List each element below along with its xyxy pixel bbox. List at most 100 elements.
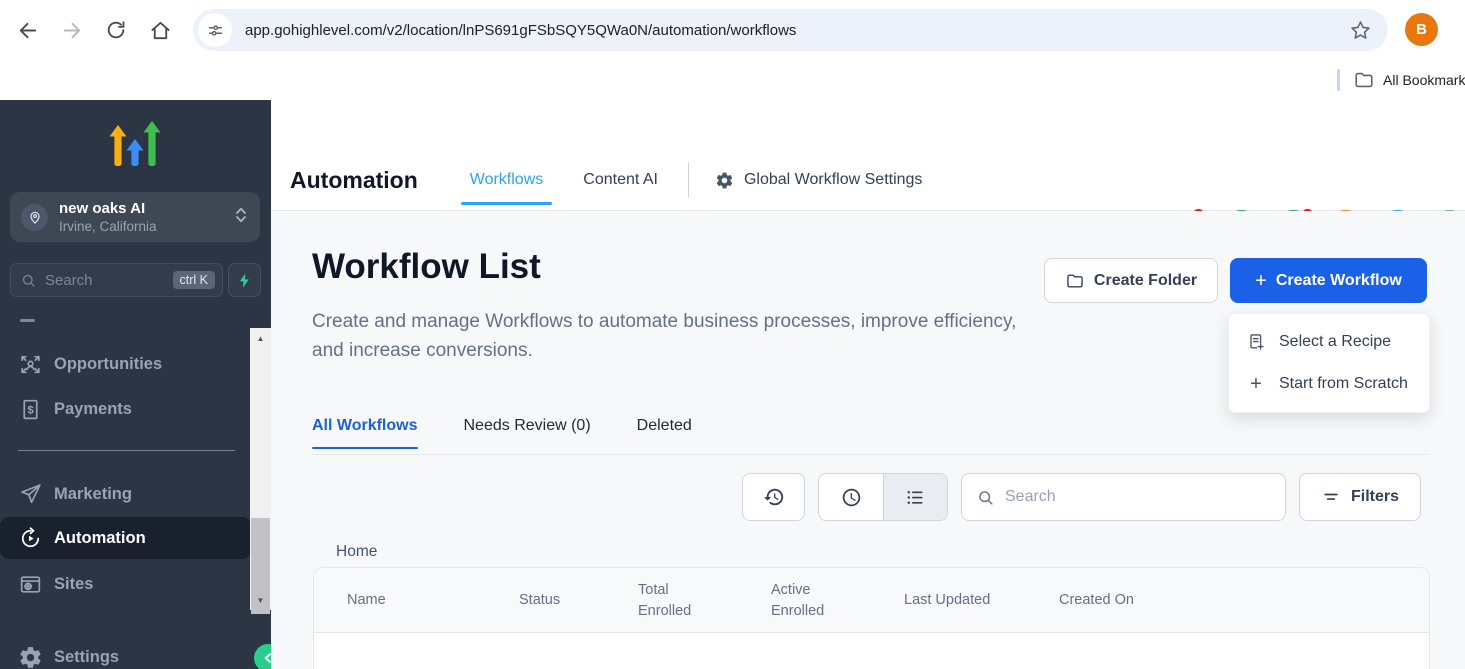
sidebar-item-payments[interactable]: $ Payments bbox=[18, 395, 132, 423]
refresh-icon[interactable] bbox=[103, 17, 129, 43]
sidebar-item-sites[interactable]: Sites bbox=[18, 570, 93, 598]
list-view-button[interactable] bbox=[883, 474, 947, 520]
sidebar-item-automation[interactable]: Automation bbox=[0, 517, 251, 559]
column-header-status[interactable]: Status bbox=[519, 568, 560, 633]
url-text: app.gohighlevel.com/v2/location/lnPS691g… bbox=[245, 22, 1349, 39]
settings-gear-icon bbox=[18, 645, 43, 669]
back-icon[interactable] bbox=[14, 17, 40, 43]
folder-icon bbox=[1065, 271, 1085, 291]
list-icon bbox=[905, 487, 926, 508]
filter-icon bbox=[1321, 487, 1341, 507]
sidebar: new oaks AI Irvine, California ctrl K Op… bbox=[0, 100, 271, 669]
create-workflow-dropdown: Select a Recipe + Start from Scratch bbox=[1228, 313, 1430, 413]
column-header-name[interactable]: Name bbox=[347, 568, 386, 633]
plus-icon: + bbox=[1255, 271, 1267, 291]
quick-actions-button[interactable] bbox=[228, 263, 261, 297]
sidebar-item-opportunities[interactable]: Opportunities bbox=[18, 350, 162, 378]
tab-deleted[interactable]: Deleted bbox=[637, 417, 692, 449]
screen: app.gohighlevel.com/v2/location/lnPS691g… bbox=[0, 0, 1465, 669]
sidebar-item-settings[interactable]: Settings bbox=[18, 643, 119, 669]
bookmarks-bar: All Bookmarks bbox=[0, 60, 1465, 100]
browser-toolbar: app.gohighlevel.com/v2/location/lnPS691g… bbox=[0, 0, 1465, 60]
home-icon[interactable] bbox=[147, 17, 173, 43]
sidebar-search-input[interactable] bbox=[45, 272, 145, 289]
menu-item-label: Select a Recipe bbox=[1279, 333, 1391, 351]
global-workflow-settings-link[interactable]: Global Workflow Settings bbox=[715, 171, 922, 190]
header-divider bbox=[688, 162, 689, 198]
breadcrumb[interactable]: Home bbox=[336, 543, 377, 561]
scroll-up-icon[interactable]: ▲ bbox=[250, 330, 271, 346]
svg-text:$: $ bbox=[27, 404, 34, 416]
sidebar-item-label: Sites bbox=[54, 575, 93, 594]
sidebar-item-label: Opportunities bbox=[54, 355, 162, 374]
tab-workflows[interactable]: Workflows bbox=[470, 171, 544, 189]
create-folder-button[interactable]: Create Folder bbox=[1044, 258, 1218, 303]
column-header-active-enrolled[interactable]: Active Enrolled bbox=[771, 568, 841, 633]
bookmark-star-icon[interactable] bbox=[1349, 19, 1372, 42]
workflow-table: Name Status Total Enrolled Active Enroll… bbox=[313, 567, 1430, 669]
all-bookmarks-label[interactable]: All Bookmarks bbox=[1383, 72, 1465, 88]
view-toggle bbox=[818, 473, 948, 521]
column-header-total-enrolled[interactable]: Total Enrolled bbox=[638, 568, 708, 633]
page-title: Workflow List bbox=[312, 247, 541, 287]
page-header: What's New Automation Updates ? bbox=[271, 100, 1465, 211]
sidebar-scrollbar[interactable]: ▲ ▼ bbox=[250, 328, 271, 610]
column-header-created-on[interactable]: Created On bbox=[1059, 568, 1134, 633]
create-workflow-label: Create Workflow bbox=[1276, 272, 1402, 290]
forward-icon[interactable] bbox=[59, 17, 85, 43]
global-workflow-settings-label: Global Workflow Settings bbox=[744, 171, 922, 189]
bookmarks-divider bbox=[1337, 69, 1340, 91]
recipe-document-icon bbox=[1246, 332, 1266, 352]
sidebar-collapse-button[interactable] bbox=[254, 644, 271, 669]
account-name: new oaks AI bbox=[59, 200, 157, 218]
lightning-icon bbox=[236, 272, 253, 289]
list-toolbar: Filters bbox=[742, 473, 1421, 521]
tab-needs-review[interactable]: Needs Review (0) bbox=[464, 417, 591, 449]
content-area: Workflow List Create and manage Workflow… bbox=[271, 211, 1465, 669]
sidebar-item-label: Marketing bbox=[54, 485, 132, 504]
tab-all-workflows[interactable]: All Workflows bbox=[312, 417, 418, 449]
execution-logs-button[interactable] bbox=[742, 473, 805, 521]
sidebar-item-label: Automation bbox=[54, 529, 146, 548]
browser-profile-avatar[interactable]: B bbox=[1405, 13, 1438, 46]
sites-icon bbox=[18, 572, 43, 597]
site-settings-icon[interactable] bbox=[198, 13, 232, 47]
workflow-search-input[interactable] bbox=[1005, 488, 1255, 506]
section-title: Automation bbox=[290, 167, 418, 194]
filters-button[interactable]: Filters bbox=[1299, 473, 1421, 521]
sidebar-item-label: Settings bbox=[54, 648, 119, 667]
gohighlevel-logo-icon bbox=[110, 120, 160, 173]
sidebar-divider bbox=[18, 450, 235, 451]
gear-icon bbox=[715, 171, 734, 190]
menu-item-label: Start from Scratch bbox=[1279, 375, 1408, 393]
menu-item-start-from-scratch[interactable]: + Start from Scratch bbox=[1229, 363, 1429, 405]
recent-view-button[interactable] bbox=[819, 474, 883, 520]
automation-icon bbox=[18, 526, 43, 551]
search-icon bbox=[20, 272, 37, 289]
workflow-search[interactable] bbox=[961, 473, 1286, 521]
filters-label: Filters bbox=[1351, 488, 1399, 506]
bookmarks-folder-icon[interactable] bbox=[1353, 69, 1375, 96]
sidebar-item-label: Payments bbox=[54, 400, 132, 419]
chevron-left-icon bbox=[259, 649, 271, 667]
clock-icon bbox=[841, 487, 862, 508]
column-header-last-updated[interactable]: Last Updated bbox=[904, 568, 990, 633]
create-workflow-button[interactable]: + Create Workflow bbox=[1230, 258, 1427, 303]
create-folder-label: Create Folder bbox=[1094, 272, 1197, 290]
workflow-tabs: All Workflows Needs Review (0) Deleted bbox=[312, 417, 692, 449]
sidebar-search[interactable]: ctrl K bbox=[10, 263, 223, 297]
tabs-divider bbox=[312, 454, 1430, 455]
tab-content-ai[interactable]: Content AI bbox=[583, 171, 658, 189]
scroll-down-icon[interactable]: ▼ bbox=[250, 592, 271, 608]
search-icon bbox=[976, 488, 995, 507]
payments-icon: $ bbox=[18, 397, 43, 422]
sidebar-item-marketing[interactable]: Marketing bbox=[18, 480, 132, 508]
location-pin-icon bbox=[21, 204, 48, 231]
menu-item-select-recipe[interactable]: Select a Recipe bbox=[1229, 321, 1429, 363]
scrolled-item-fragment bbox=[20, 319, 35, 322]
page-description: Create and manage Workflows to automate … bbox=[312, 307, 1017, 365]
chevron-up-down-icon bbox=[235, 205, 247, 230]
marketing-icon bbox=[18, 482, 43, 507]
account-switcher[interactable]: new oaks AI Irvine, California bbox=[10, 192, 260, 242]
address-bar[interactable]: app.gohighlevel.com/v2/location/lnPS691g… bbox=[193, 9, 1388, 51]
